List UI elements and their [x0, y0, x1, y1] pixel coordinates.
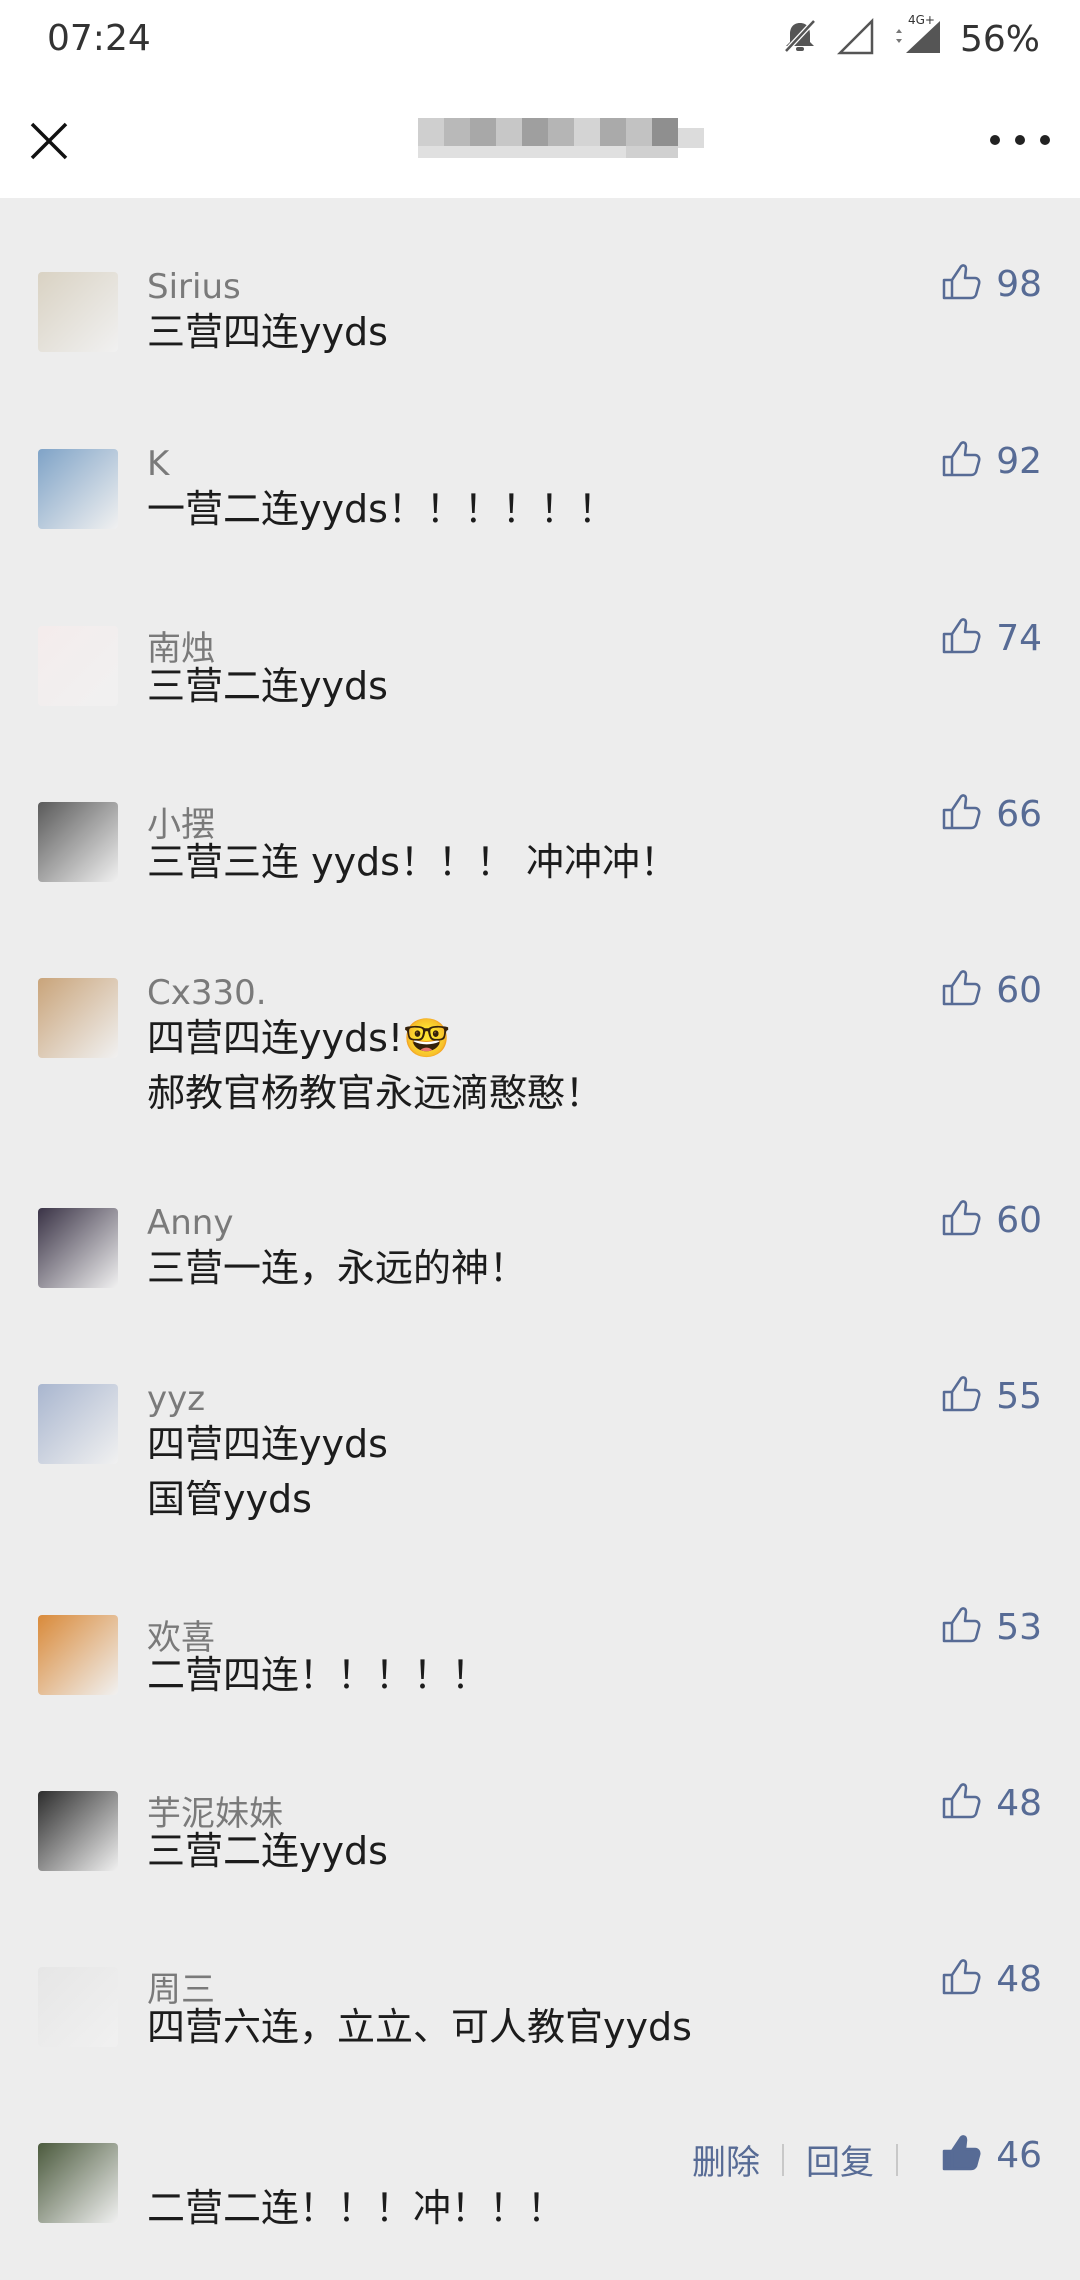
- thumbs-up-icon: [938, 260, 982, 308]
- like-count: 98: [996, 263, 1042, 305]
- comment-text: 三营一连，永远的神！: [147, 1246, 528, 1290]
- thumbs-up-icon: [938, 437, 982, 485]
- like-button[interactable]: 53: [938, 1603, 1042, 1651]
- close-icon[interactable]: [24, 116, 74, 166]
- comment-text: 一营二连yyds！！！！！！: [147, 487, 616, 531]
- avatar[interactable]: [38, 1615, 118, 1695]
- comment-text: 四营四连yyds!🤓: [147, 1016, 451, 1060]
- thumbs-up-icon: [938, 966, 982, 1014]
- avatar[interactable]: [38, 2143, 118, 2223]
- network-type-label: 4G+: [907, 13, 935, 27]
- thumbs-up-icon: [938, 790, 982, 838]
- comment-text: 郝教官杨教官永远滴憨憨！: [147, 1071, 604, 1115]
- like-button[interactable]: 60: [938, 1196, 1042, 1244]
- mute-notification-icon: [780, 17, 820, 61]
- thumbs-up-icon: [938, 1955, 982, 2003]
- like-button[interactable]: 98: [938, 260, 1042, 308]
- divider: [782, 2143, 784, 2176]
- status-bar: 07:24 4G+ 56%: [0, 0, 1080, 80]
- like-button[interactable]: 48: [938, 1779, 1042, 1827]
- status-icons: 4G+ 56%: [780, 13, 1040, 64]
- comment-text: 国管yyds: [147, 1477, 312, 1521]
- comment-author: Anny: [147, 1203, 234, 1243]
- comment-text: 四营六连，立立、可人教官yyds: [147, 2005, 692, 2049]
- like-button[interactable]: 92: [938, 437, 1042, 485]
- comment-text: 三营三连 yyds！！！ 冲冲冲！: [147, 840, 679, 884]
- comment-author: K: [147, 444, 170, 484]
- status-time: 07:24: [47, 18, 151, 59]
- like-count: 46: [996, 2134, 1042, 2176]
- like-count: 48: [996, 1782, 1042, 1824]
- like-count: 92: [996, 440, 1042, 482]
- reply-button[interactable]: 回复: [806, 2135, 874, 2184]
- avatar[interactable]: [38, 1967, 118, 2047]
- like-count: 55: [996, 1375, 1042, 1417]
- comment-text: 二营二连！！！冲！！！: [147, 2186, 566, 2230]
- battery-percent: 56%: [959, 18, 1040, 60]
- comment-text: 三营二连yyds: [147, 664, 388, 708]
- comment-text: 三营四连yyds: [147, 310, 388, 354]
- divider: [896, 2143, 898, 2176]
- avatar[interactable]: [38, 802, 118, 882]
- like-button[interactable]: 48: [938, 1955, 1042, 2003]
- thumbs-up-icon: [938, 1603, 982, 1651]
- avatar[interactable]: [38, 272, 118, 352]
- like-button[interactable]: 74: [938, 614, 1042, 662]
- thumbs-up-icon: [938, 2131, 982, 2179]
- like-count: 74: [996, 617, 1042, 659]
- thumbs-up-icon: [938, 1196, 982, 1244]
- comment-actions: 删除 回复: [692, 2135, 920, 2184]
- comment-author: Cx330.: [147, 973, 267, 1013]
- thumbs-up-icon: [938, 614, 982, 662]
- avatar[interactable]: [38, 978, 118, 1058]
- comment-author: yyz: [147, 1379, 206, 1419]
- signal-4g-icon: 4G+: [892, 13, 944, 61]
- like-button[interactable]: 60: [938, 966, 1042, 1014]
- delete-button[interactable]: 删除: [692, 2135, 760, 2184]
- like-count: 60: [996, 1199, 1042, 1241]
- avatar[interactable]: [38, 1208, 118, 1288]
- like-count: 60: [996, 969, 1042, 1011]
- thumbs-up-icon: [938, 1779, 982, 1827]
- comment-text: 三营二连yyds: [147, 1829, 388, 1873]
- avatar[interactable]: [38, 1791, 118, 1871]
- comment-text: 二营四连！！！！！: [147, 1653, 490, 1697]
- signal-empty-icon: [836, 17, 876, 61]
- like-count: 66: [996, 793, 1042, 835]
- avatar[interactable]: [38, 449, 118, 529]
- more-icon[interactable]: [990, 120, 1050, 160]
- avatar[interactable]: [38, 1384, 118, 1464]
- nav-bar: [0, 80, 1080, 198]
- comment-text: 四营四连yyds: [147, 1422, 388, 1466]
- like-button[interactable]: 55: [938, 1372, 1042, 1420]
- page-title-blurred: [418, 108, 708, 168]
- avatar[interactable]: [38, 626, 118, 706]
- like-button[interactable]: 46: [938, 2131, 1042, 2179]
- like-count: 48: [996, 1958, 1042, 2000]
- comment-author: Sirius: [147, 267, 241, 307]
- like-button[interactable]: 66: [938, 790, 1042, 838]
- thumbs-up-icon: [938, 1372, 982, 1420]
- like-count: 53: [996, 1606, 1042, 1648]
